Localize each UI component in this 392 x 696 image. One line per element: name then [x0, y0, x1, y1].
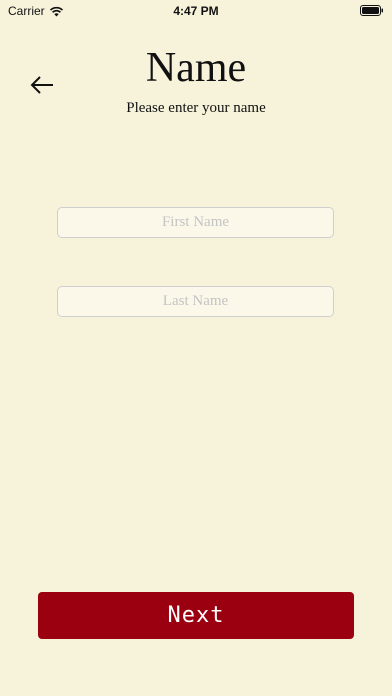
- status-time: 4:47 PM: [173, 4, 219, 18]
- battery-icon: [360, 5, 383, 16]
- last-name-field[interactable]: [57, 286, 334, 317]
- first-name-field[interactable]: [57, 207, 334, 238]
- next-button[interactable]: Next: [38, 592, 354, 639]
- page-title: Name: [145, 45, 247, 91]
- page-subtitle: Please enter your name: [126, 100, 266, 116]
- status-bar: Carrier 4:47 PM: [0, 0, 392, 22]
